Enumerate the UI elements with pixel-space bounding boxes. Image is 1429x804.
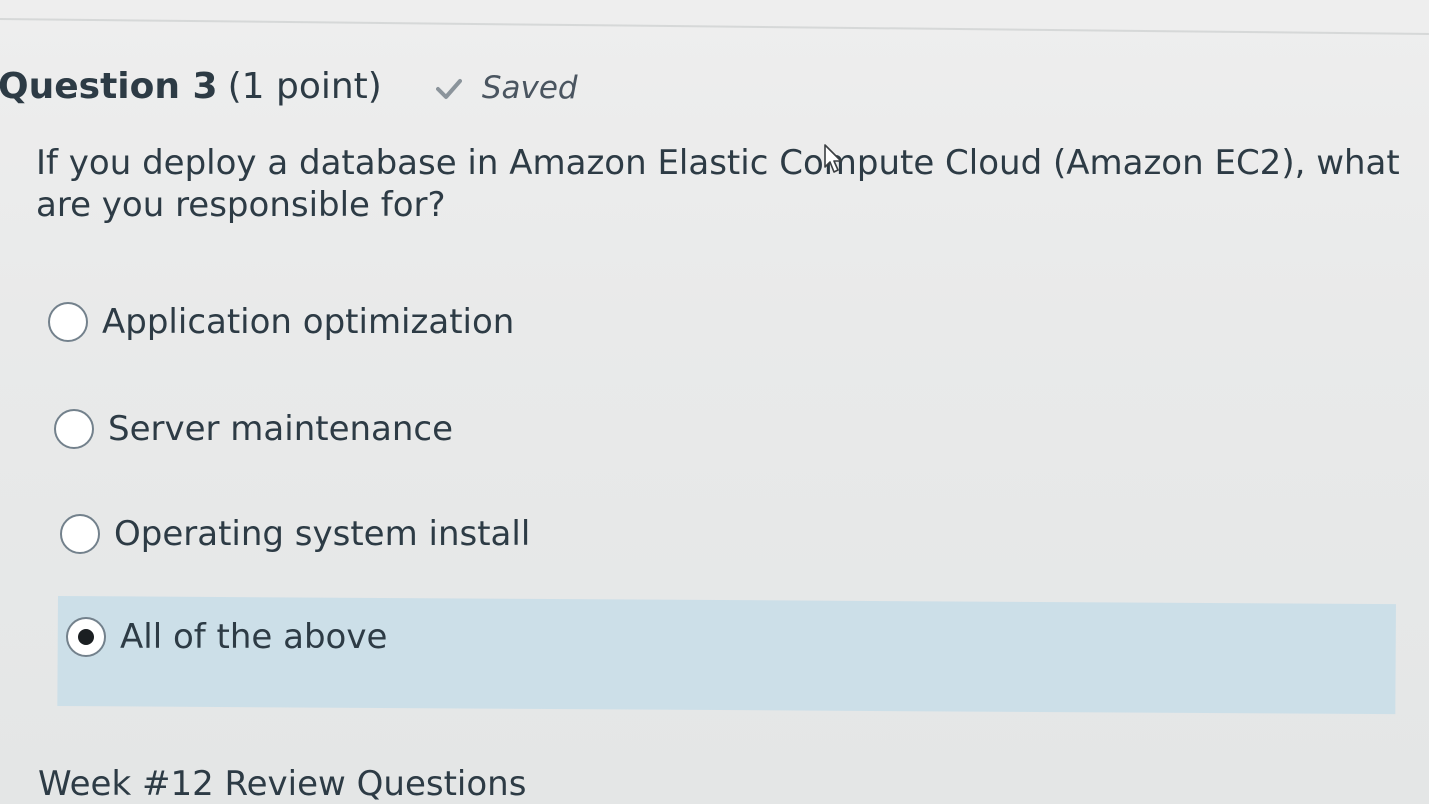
question-text: If you deploy a database in Amazon Elast… xyxy=(36,143,1400,225)
option-label: Operating system install xyxy=(114,514,531,554)
radio-button-selected[interactable] xyxy=(66,617,106,657)
option-server-maintenance[interactable]: Server maintenance xyxy=(54,409,453,449)
option-label: All of the above xyxy=(120,617,388,657)
option-label: Server maintenance xyxy=(108,409,454,449)
section-title: Week #12 Review Questions xyxy=(38,764,527,804)
check-icon xyxy=(435,78,462,100)
radio-button[interactable] xyxy=(54,409,94,449)
question-header: Question 3 (1 point) Saved xyxy=(0,66,578,107)
option-operating-system-install[interactable]: Operating system install xyxy=(60,514,530,554)
top-divider xyxy=(0,18,1429,35)
saved-label: Saved xyxy=(481,70,578,106)
quiz-screen: Question 3 (1 point) Saved If you deploy… xyxy=(0,0,1429,804)
option-application-optimization[interactable]: Application optimization xyxy=(48,302,514,342)
option-all-of-the-above[interactable]: All of the above xyxy=(66,617,387,657)
radio-button[interactable] xyxy=(48,302,88,342)
saved-status: Saved xyxy=(435,70,578,106)
question-points: (1 point) xyxy=(227,66,382,107)
mouse-pointer-icon xyxy=(824,144,844,174)
question-title: Question 3 xyxy=(0,66,218,107)
radio-button[interactable] xyxy=(60,514,100,554)
option-label: Application optimization xyxy=(102,302,515,342)
